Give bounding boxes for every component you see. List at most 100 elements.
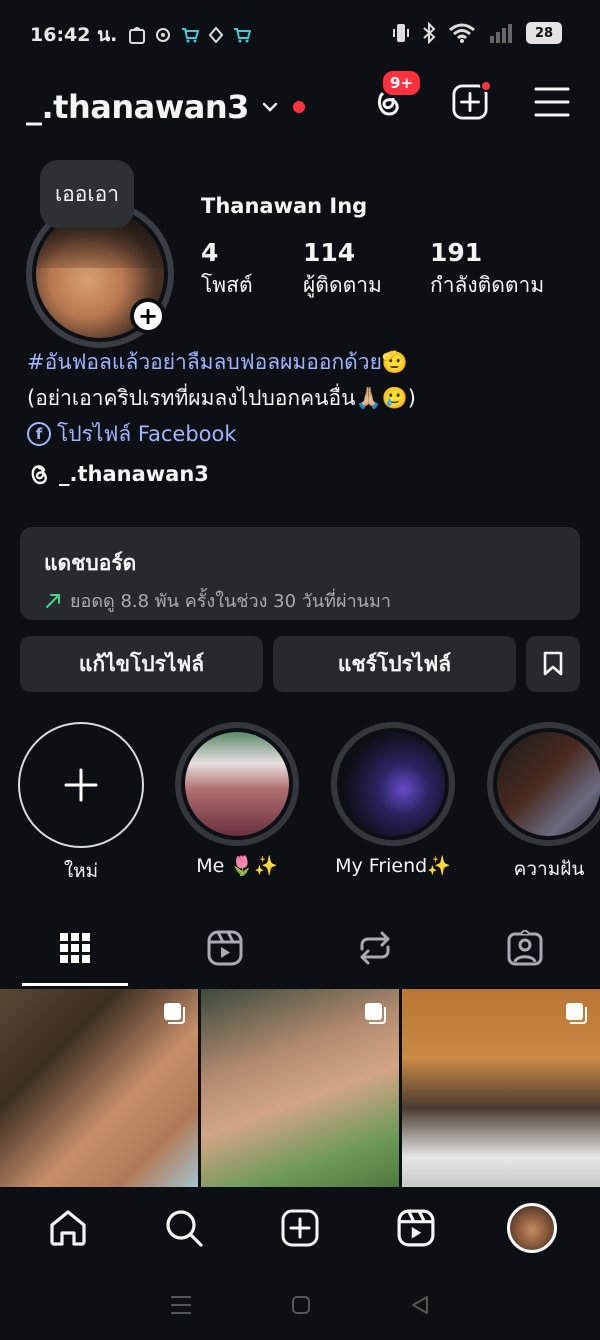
create-button[interactable]: [452, 80, 492, 120]
grid-icon: [60, 933, 90, 963]
create-notification-dot: [480, 80, 492, 92]
status-notification-icons: [129, 26, 252, 44]
highlight-label: ความฝัน: [513, 858, 585, 880]
highlight-my-friend[interactable]: My Friend✨: [330, 722, 456, 877]
dashboard-subtitle-row: ยอดดู 8.8 พัน ครั้งในช่วง 30 วันที่ผ่านม…: [44, 586, 556, 615]
followers-stat[interactable]: 114 ผู้ติดตาม: [303, 236, 430, 300]
posts-label: โพสต์: [201, 273, 253, 297]
system-navigation-bar: [0, 1270, 600, 1340]
following-count: 191: [430, 238, 483, 267]
home-icon: [50, 1210, 86, 1246]
recent-apps-icon[interactable]: [170, 1295, 192, 1315]
threads-small-icon: [31, 465, 47, 485]
signal-icon: [490, 24, 512, 43]
nav-profile[interactable]: [502, 1198, 562, 1258]
highlight-label: My Friend✨: [335, 855, 451, 877]
carousel-icon: [164, 1003, 185, 1024]
back-icon[interactable]: [410, 1295, 430, 1315]
add-story-button[interactable]: +: [130, 298, 166, 334]
profile-header: _.thanawan3 9+: [26, 68, 570, 134]
edit-profile-button[interactable]: แก้ไขโปรไฟล์: [20, 636, 263, 692]
tab-posts-grid[interactable]: [0, 910, 150, 986]
threads-profile-link[interactable]: _.thanawan3: [27, 462, 209, 486]
highlight-thumbnail: [497, 732, 600, 836]
posts-count: 4: [201, 238, 219, 267]
home-button-icon[interactable]: [291, 1295, 311, 1315]
followers-count: 114: [303, 238, 356, 267]
highlight-me[interactable]: Me 🌷✨: [174, 722, 300, 877]
cart-app-icon: [182, 28, 200, 43]
profile-actions: แก้ไขโปรไฟล์ แชร์โปรไฟล์: [20, 636, 580, 692]
threads-button[interactable]: 9+: [370, 68, 424, 120]
chevron-down-icon[interactable]: [261, 98, 279, 116]
nav-search[interactable]: [154, 1198, 214, 1258]
saved-button[interactable]: [526, 636, 580, 692]
share-profile-button[interactable]: แชร์โปรไฟล์: [273, 636, 516, 692]
professional-dashboard[interactable]: แดชบอร์ด ยอดดู 8.8 พัน ครั้งในช่วง 30 วั…: [20, 527, 580, 620]
profile-stats: 4 โพสต์ 114 ผู้ติดตาม 191 กำลังติดตาม: [201, 236, 544, 300]
dashboard-subtitle: ยอดดู 8.8 พัน ครั้งในช่วง 30 วันที่ผ่านม…: [70, 591, 391, 612]
plus-square-icon: [281, 1209, 319, 1247]
avatar: [507, 1203, 557, 1253]
bio-text: (อย่าเอาคริปเรทที่ผมลงไปบอกคนอื่น🙏🏼🥲): [27, 386, 416, 410]
threads-handle: _.thanawan3: [59, 462, 209, 486]
repost-icon: [360, 931, 390, 965]
status-bar: 16:42 น. 28: [0, 0, 600, 70]
shopee-icon: [129, 27, 146, 44]
new-highlight-circle: [18, 722, 144, 848]
bluetooth-icon: [423, 22, 436, 44]
content-tabs: [0, 910, 600, 986]
highlight-thumbnail: [185, 732, 289, 836]
carousel-icon: [365, 1003, 386, 1024]
post-thumbnail[interactable]: [402, 989, 600, 1187]
tab-tagged[interactable]: [450, 910, 600, 986]
status-time: 16:42 น.: [30, 24, 118, 46]
threads-badge: 9+: [380, 68, 424, 98]
following-stat[interactable]: 191 กำลังติดตาม: [430, 236, 544, 300]
highlight-ring: [175, 722, 299, 846]
bio-hashtag[interactable]: #อันฟอลแล้วอย่าลืมลบฟอลผมออกด้วย🫡: [27, 344, 580, 380]
bookmark-icon: [543, 651, 563, 676]
facebook-icon: f: [27, 422, 51, 446]
reels-icon: [397, 1209, 435, 1247]
facebook-profile-link[interactable]: f โปรไฟล์ Facebook: [27, 416, 580, 452]
battery-indicator: 28: [526, 22, 562, 44]
nav-home[interactable]: [38, 1198, 98, 1258]
carousel-icon: [566, 1003, 587, 1024]
display-name: Thanawan Ing: [201, 194, 368, 218]
dashboard-title: แดชบอร์ด: [44, 551, 137, 575]
highlight-ring: [331, 722, 455, 846]
search-icon: [166, 1210, 203, 1247]
note-bubble[interactable]: เออเอา: [40, 160, 134, 228]
nav-create[interactable]: [270, 1198, 330, 1258]
highlight-label: ใหม่: [63, 860, 99, 882]
followers-label: ผู้ติดตาม: [303, 273, 382, 297]
new-highlight[interactable]: ใหม่: [18, 722, 144, 886]
posts-stat[interactable]: 4 โพสต์: [201, 236, 303, 300]
following-label: กำลังติดตาม: [430, 273, 545, 297]
status-system-icons: 28: [392, 22, 562, 44]
tagged-person-icon: [507, 930, 543, 966]
wifi-icon: [449, 23, 475, 43]
post-grid: [0, 989, 600, 1187]
post-thumbnail[interactable]: [0, 989, 198, 1187]
menu-button[interactable]: [534, 84, 570, 120]
bottom-navigation: [0, 1188, 600, 1268]
profile-bio: #อันฟอลแล้วอย่าลืมลบฟอลผมออกด้วย🫡 (อย่าเ…: [27, 344, 580, 452]
reels-icon: [207, 930, 243, 966]
story-highlights: ใหม่ Me 🌷✨ My Friend✨ ความฝัน: [18, 722, 600, 882]
tab-reels[interactable]: [150, 910, 300, 986]
highlight-dream[interactable]: ความฝัน: [486, 722, 600, 884]
post-thumbnail[interactable]: [201, 989, 399, 1187]
tab-reposts[interactable]: [300, 910, 450, 986]
highlight-label: Me 🌷✨: [196, 855, 278, 877]
cart-app-icon-2: [234, 28, 252, 43]
nav-reels[interactable]: [386, 1198, 446, 1258]
account-switcher-username[interactable]: _.thanawan3: [26, 88, 249, 126]
diamond-app-icon: [209, 27, 224, 43]
trend-up-icon: [46, 593, 60, 608]
vibrate-icon: [393, 24, 409, 42]
facebook-link-label: โปรไฟล์ Facebook: [57, 422, 237, 446]
threads-notification-icon: [156, 28, 171, 42]
plus-icon: [64, 768, 98, 802]
